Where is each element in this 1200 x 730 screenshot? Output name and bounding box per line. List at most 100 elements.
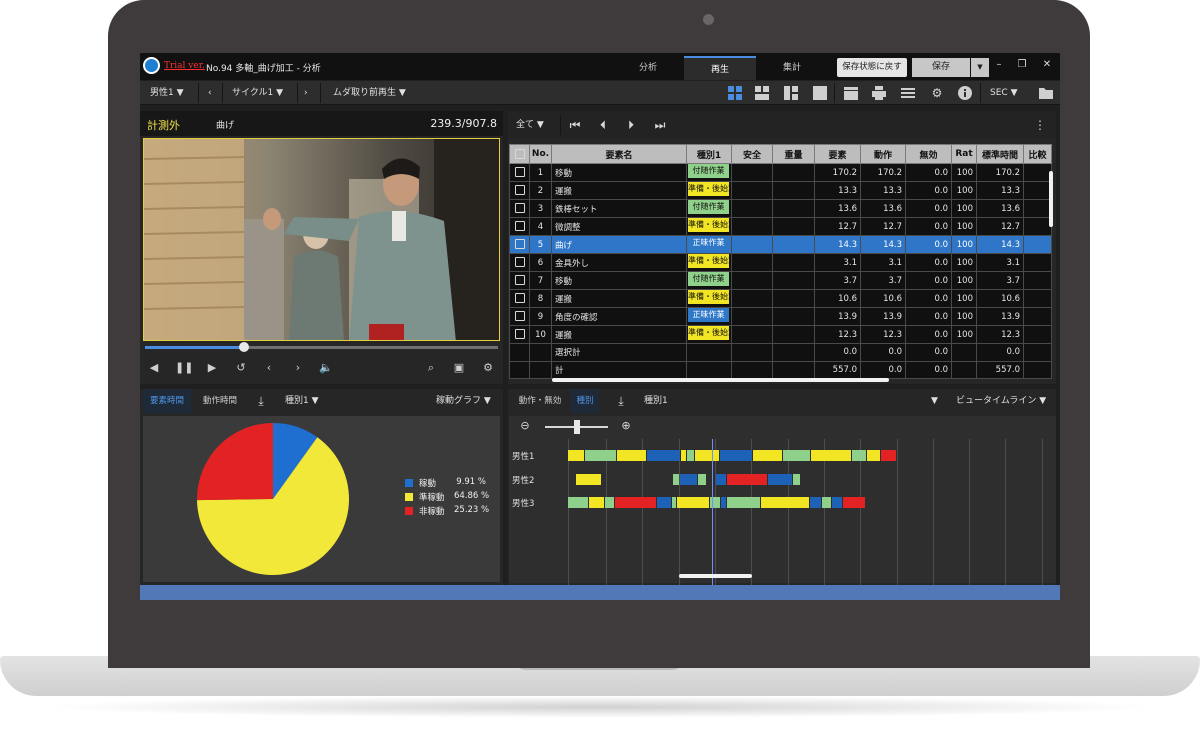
cell-element[interactable]: 13.6 bbox=[814, 199, 861, 218]
previous-element-icon[interactable]: ⏴ bbox=[594, 116, 612, 134]
first-element-icon[interactable]: ⏮ bbox=[566, 116, 584, 134]
timeline-category-chevron-icon[interactable]: ▼ bbox=[931, 389, 938, 413]
cell-motion[interactable]: 14.3 bbox=[860, 235, 906, 254]
timeline-segment[interactable] bbox=[585, 450, 616, 461]
playback-mode-select[interactable]: ムダ取り前再生 ▼ bbox=[333, 81, 406, 105]
cell-invalid[interactable]: 0.0 bbox=[905, 163, 952, 182]
cell-element-name[interactable]: 微調整 bbox=[551, 217, 687, 236]
cell-std[interactable]: 12.3 bbox=[976, 325, 1024, 344]
cell-rate[interactable]: 100 bbox=[951, 235, 977, 254]
timeline-view-select[interactable]: ビュータイムライン ▼ bbox=[956, 389, 1046, 413]
cell-element-name[interactable]: 運搬 bbox=[551, 325, 687, 344]
row-checkbox[interactable] bbox=[509, 199, 530, 218]
cell-rate[interactable]: 100 bbox=[951, 253, 977, 272]
timeline-segment[interactable] bbox=[881, 450, 896, 461]
gear-icon[interactable]: ⚙ bbox=[928, 84, 946, 102]
cell-element-name[interactable]: 移動 bbox=[551, 163, 687, 182]
cell-category[interactable]: 付随作業 bbox=[686, 199, 732, 218]
cell-element[interactable]: 3.7 bbox=[814, 271, 861, 290]
cell-std[interactable]: 13.9 bbox=[976, 307, 1024, 326]
cell-category[interactable]: 正味作業 bbox=[686, 235, 732, 254]
timeline-playhead[interactable] bbox=[712, 439, 714, 590]
row-checkbox[interactable] bbox=[509, 217, 530, 236]
cell-element-name[interactable]: 金具外し bbox=[551, 253, 687, 272]
timeline-segment[interactable] bbox=[676, 497, 709, 508]
worker-select[interactable]: 男性1 ▼ bbox=[150, 81, 184, 105]
cell-weight[interactable] bbox=[772, 235, 815, 254]
save-dropdown-chevron-icon[interactable]: ▼ bbox=[971, 58, 989, 77]
cell-safety[interactable] bbox=[731, 181, 773, 200]
cell-category[interactable]: 準備・後始末 bbox=[686, 217, 732, 236]
cell-category[interactable]: 準備・後始末 bbox=[686, 289, 732, 308]
cell-element-name[interactable]: 移動 bbox=[551, 271, 687, 290]
row-checkbox[interactable] bbox=[509, 271, 530, 290]
next-cycle-icon[interactable]: › bbox=[304, 81, 308, 105]
timeline-segment[interactable] bbox=[851, 450, 867, 461]
timeline-segment[interactable] bbox=[656, 497, 671, 508]
timeline-segment[interactable] bbox=[752, 450, 782, 461]
cell-std[interactable]: 10.6 bbox=[976, 289, 1024, 308]
cell-weight[interactable] bbox=[772, 271, 815, 290]
column-header[interactable]: 比較 bbox=[1023, 144, 1052, 164]
column-header[interactable]: Rat bbox=[951, 144, 977, 164]
cell-category[interactable]: 正味作業 bbox=[686, 307, 732, 326]
zoom-in-icon[interactable]: ⊕ bbox=[617, 417, 635, 435]
cell-element[interactable]: 14.3 bbox=[814, 235, 861, 254]
cell-element[interactable]: 12.7 bbox=[814, 217, 861, 236]
timeline-segment[interactable] bbox=[575, 474, 602, 485]
cell-safety[interactable] bbox=[731, 163, 773, 182]
column-header[interactable]: No. bbox=[529, 144, 552, 164]
cell-weight[interactable] bbox=[772, 253, 815, 272]
cell-safety[interactable] bbox=[731, 325, 773, 344]
cell-rate[interactable]: 100 bbox=[951, 325, 977, 344]
cell-std[interactable]: 170.2 bbox=[976, 163, 1024, 182]
timeline-segment[interactable] bbox=[715, 474, 726, 485]
cell-std[interactable]: 3.7 bbox=[976, 271, 1024, 290]
cell-motion[interactable]: 3.7 bbox=[860, 271, 906, 290]
play-icon[interactable]: ▶ bbox=[204, 360, 220, 376]
cell-motion[interactable]: 10.6 bbox=[860, 289, 906, 308]
row-checkbox[interactable] bbox=[509, 163, 530, 182]
timeline-segment[interactable] bbox=[719, 450, 752, 461]
cell-invalid[interactable]: 0.0 bbox=[905, 181, 952, 200]
cell-category[interactable]: 準備・後始末 bbox=[686, 253, 732, 272]
timeline-segment[interactable] bbox=[822, 497, 832, 508]
timeline-segment[interactable] bbox=[694, 450, 719, 461]
zoom-slider-handle[interactable] bbox=[573, 420, 580, 434]
cell-motion[interactable]: 13.9 bbox=[860, 307, 906, 326]
timeline-segment[interactable] bbox=[792, 474, 800, 485]
tab-analysis[interactable]: 分析 bbox=[612, 56, 684, 80]
timeline-segment[interactable] bbox=[605, 497, 615, 508]
row-checkbox[interactable] bbox=[509, 289, 530, 308]
timeline-segment[interactable] bbox=[568, 450, 585, 461]
timeline-segment[interactable] bbox=[842, 497, 865, 508]
cell-safety[interactable] bbox=[731, 253, 773, 272]
tab-motion-invalid[interactable]: 動作・無効 bbox=[512, 389, 568, 413]
cell-invalid[interactable]: 0.0 bbox=[905, 289, 952, 308]
print-icon[interactable] bbox=[872, 86, 886, 100]
layout-top-split-icon[interactable] bbox=[755, 86, 769, 100]
timeline-segment[interactable] bbox=[709, 497, 720, 508]
table-row[interactable]: 6金具外し準備・後始末3.13.10.01003.1 bbox=[509, 253, 1052, 272]
replay-icon[interactable]: ↺ bbox=[233, 360, 249, 376]
gear-icon[interactable]: ⚙ bbox=[480, 360, 496, 376]
cell-element-name[interactable]: 角度の確認 bbox=[551, 307, 687, 326]
category-select[interactable]: 種別1 ▼ bbox=[285, 389, 319, 413]
cell-invalid[interactable]: 0.0 bbox=[905, 217, 952, 236]
cell-element[interactable]: 170.2 bbox=[814, 163, 861, 182]
cell-invalid[interactable]: 0.0 bbox=[905, 271, 952, 290]
cell-category[interactable]: 付随作業 bbox=[686, 271, 732, 290]
list-menu-icon[interactable] bbox=[901, 86, 915, 100]
timeline-segment[interactable] bbox=[720, 497, 726, 508]
seek-bar[interactable] bbox=[145, 346, 498, 349]
cell-weight[interactable] bbox=[772, 325, 815, 344]
row-checkbox[interactable] bbox=[509, 325, 530, 344]
layout-single-icon[interactable] bbox=[813, 86, 827, 100]
timeline-segment[interactable] bbox=[680, 450, 687, 461]
video-player[interactable] bbox=[143, 138, 500, 341]
table-row[interactable]: 4微調整準備・後始末12.712.70.010012.7 bbox=[509, 217, 1052, 236]
cell-rate[interactable]: 100 bbox=[951, 181, 977, 200]
trial-version-link[interactable]: Trial ver. bbox=[164, 61, 205, 71]
table-row[interactable]: 2運搬準備・後始末13.313.30.010013.3 bbox=[509, 181, 1052, 200]
column-header[interactable]: 標準時間 bbox=[976, 144, 1024, 164]
